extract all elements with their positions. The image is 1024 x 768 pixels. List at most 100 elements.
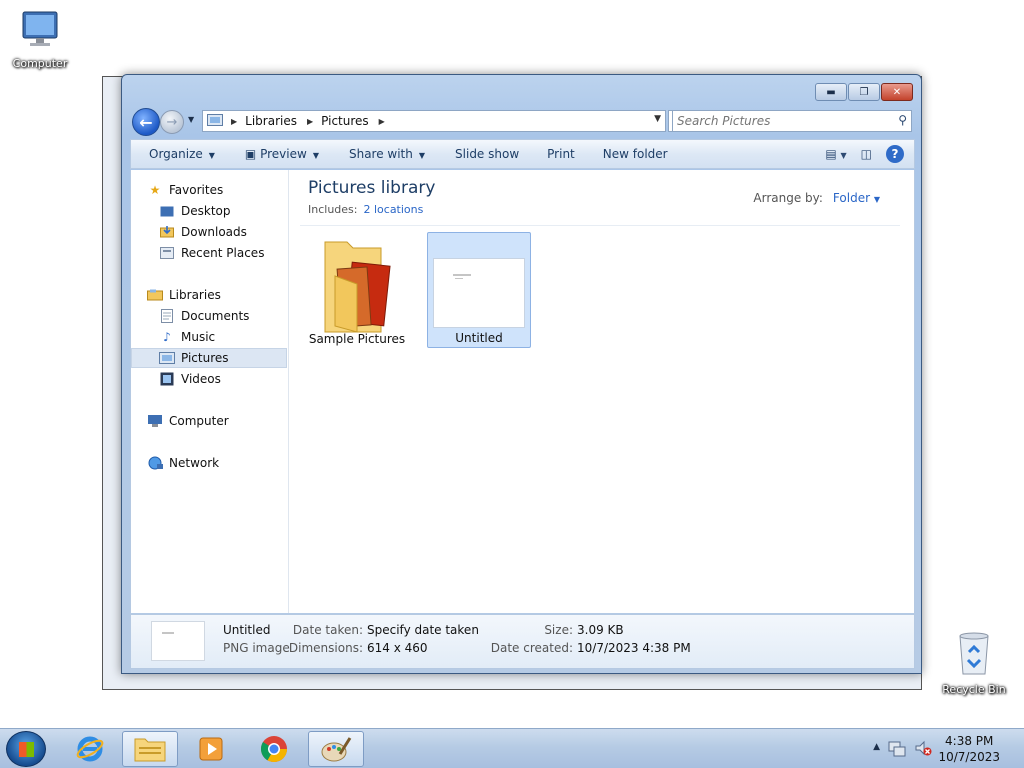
- share-with-button[interactable]: Share with ▼: [349, 147, 425, 161]
- close-button[interactable]: ✕: [881, 83, 913, 101]
- command-bar: Organize ▼ ▣ Preview ▼ Share with ▼ Slide s…: [130, 139, 915, 169]
- dimensions-value: 614 x 460: [367, 641, 428, 655]
- explorer-window: ▬ ❐ ✕ ← → ▼ ▶ Libraries ▶ Pictures ▶ ▼ ⟳…: [121, 74, 922, 674]
- folder-sample-pictures[interactable]: Sample Pictures: [305, 232, 409, 348]
- help-icon[interactable]: ?: [886, 145, 904, 163]
- recent-places-icon: [159, 246, 175, 260]
- navigation-bar: ← → ▼ ▶ Libraries ▶ Pictures ▶ ▼ ⟳ ⚲: [130, 107, 913, 136]
- computer-label: Computer: [12, 57, 68, 70]
- chevron-down-icon: ▼: [312, 151, 319, 160]
- taskbar-windows-explorer[interactable]: [122, 731, 178, 767]
- breadcrumb-separator[interactable]: ▶: [307, 117, 313, 126]
- window-controls: ▬ ❐ ✕: [815, 83, 913, 101]
- network-icon: [147, 456, 163, 470]
- taskbar-media-player[interactable]: [184, 731, 240, 767]
- start-button[interactable]: [6, 731, 46, 767]
- slide-show-button[interactable]: Slide show: [455, 147, 519, 161]
- address-dropdown-icon[interactable]: ▼: [654, 114, 661, 124]
- sidebar-item-favorites[interactable]: ★ Favorites: [147, 180, 303, 200]
- downloads-icon: [159, 225, 175, 239]
- sidebar-item-network[interactable]: Network: [147, 453, 303, 473]
- details-thumbnail: [151, 621, 205, 661]
- preview-icon: ▣: [244, 147, 257, 161]
- computer-icon: [147, 414, 163, 428]
- breadcrumb-separator[interactable]: ▶: [231, 117, 237, 126]
- search-icon[interactable]: ⚲: [898, 113, 907, 127]
- chevron-down-icon: ▼: [873, 195, 880, 204]
- sidebar-item-libraries[interactable]: Libraries: [147, 285, 303, 305]
- folder-icon: [324, 241, 391, 333]
- recycle-bin-icon: [959, 632, 989, 675]
- network-status-icon[interactable]: [888, 739, 906, 760]
- computer-icon: [22, 11, 58, 46]
- desktop-icon: [159, 204, 175, 218]
- file-untitled[interactable]: Untitled: [427, 232, 531, 348]
- size-label: Size:: [544, 623, 573, 637]
- videos-icon: [159, 372, 175, 386]
- music-icon: ♪: [163, 330, 171, 344]
- library-title: Pictures library: [308, 178, 436, 198]
- taskbar-chrome[interactable]: [246, 731, 302, 767]
- navigation-pane: ★ Favorites Desktop Downloads Recent Pla…: [131, 170, 289, 613]
- pictures-icon: [159, 351, 175, 365]
- change-view-button[interactable]: ▤ ▼: [825, 147, 846, 161]
- new-folder-button[interactable]: New folder: [603, 147, 668, 161]
- forward-button[interactable]: →: [160, 110, 184, 134]
- details-pane: Untitled PNG image Date taken: Specify d…: [130, 614, 915, 669]
- documents-icon: [159, 309, 175, 323]
- maximize-icon: ❐: [859, 86, 869, 98]
- chevron-down-icon: ▼: [418, 151, 426, 160]
- address-bar[interactable]: ▶ Libraries ▶ Pictures ▶ ▼: [202, 110, 666, 132]
- recycle-bin-label: Recycle Bin: [942, 683, 1006, 696]
- paint-icon: [321, 737, 352, 762]
- size-value: 3.09 KB: [577, 623, 624, 637]
- taskbar: ▲ 4:38 PM 10/7/2023: [0, 728, 1024, 768]
- search-box[interactable]: ⚲: [672, 110, 912, 132]
- details-file-name: Untitled: [223, 623, 271, 637]
- file-list: Pictures library Includes: 2 locations Ar…: [290, 170, 914, 613]
- forward-arrow-icon: →: [166, 114, 178, 130]
- internet-explorer-icon: [76, 736, 104, 762]
- breadcrumb-libraries[interactable]: Libraries: [245, 114, 297, 128]
- minimize-button[interactable]: ▬: [815, 83, 847, 101]
- breadcrumb-separator[interactable]: ▶: [379, 117, 385, 126]
- print-button[interactable]: Print: [547, 147, 575, 161]
- taskbar-internet-explorer[interactable]: [62, 731, 118, 767]
- clock-date: 10/7/2023: [938, 750, 1000, 764]
- minimize-icon: ▬: [826, 86, 836, 98]
- desktop-recycle-bin-icon[interactable]: Recycle Bin: [936, 630, 1012, 696]
- taskbar-paint[interactable]: [308, 731, 364, 767]
- clock[interactable]: 4:38 PM 10/7/2023: [938, 733, 1000, 765]
- date-created-value: 10/7/2023 4:38 PM: [577, 641, 691, 655]
- arrange-by-dropdown[interactable]: Folder ▼: [833, 191, 880, 205]
- sidebar-item-pictures[interactable]: Pictures: [131, 348, 287, 368]
- close-icon: ✕: [892, 86, 902, 98]
- item-label: Untitled: [455, 331, 503, 345]
- arrange-by: Arrange by: Folder ▼: [753, 191, 880, 205]
- includes-locations-link[interactable]: 2 locations: [363, 203, 423, 216]
- breadcrumb-pictures[interactable]: Pictures: [321, 114, 369, 128]
- sidebar-item-computer[interactable]: Computer: [147, 411, 303, 431]
- maximize-button[interactable]: ❐: [848, 83, 880, 101]
- organize-button[interactable]: Organize ▼: [149, 147, 215, 161]
- back-button[interactable]: ←: [132, 108, 160, 136]
- chevron-down-icon: ▼: [208, 151, 215, 160]
- view-controls: ▤ ▼ ◫ ?: [825, 145, 904, 163]
- recent-pages-dropdown[interactable]: ▼: [188, 115, 194, 124]
- windows-explorer-icon: [134, 738, 166, 762]
- show-hidden-icons-button[interactable]: ▲: [873, 742, 880, 752]
- date-created-label: Date created:: [490, 641, 573, 655]
- preview-pane-button[interactable]: ◫: [861, 147, 872, 161]
- date-taken-value[interactable]: Specify date taken: [367, 623, 479, 637]
- back-arrow-icon: ←: [139, 112, 153, 132]
- star-icon: ★: [149, 183, 161, 197]
- header-divider: [300, 225, 900, 226]
- date-taken-label: Date taken:: [292, 623, 363, 637]
- preview-button[interactable]: ▣ Preview ▼: [245, 147, 319, 161]
- desktop-computer-icon[interactable]: Computer: [2, 8, 78, 70]
- dimensions-label: Dimensions:: [288, 641, 363, 655]
- volume-muted-icon[interactable]: [914, 739, 932, 760]
- libraries-icon: [147, 288, 163, 302]
- search-input[interactable]: [677, 113, 887, 129]
- image-thumbnail: [433, 258, 525, 328]
